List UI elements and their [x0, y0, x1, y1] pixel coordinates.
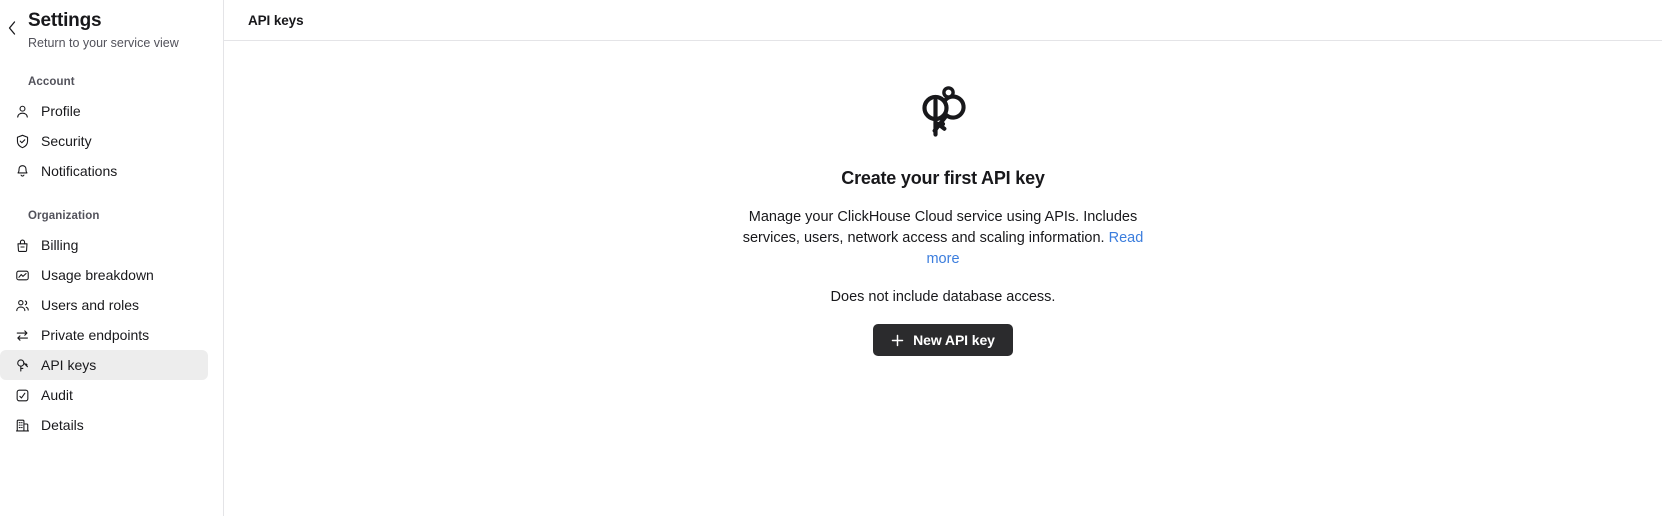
empty-state-description: Manage your ClickHouse Cloud service usi… — [728, 207, 1158, 270]
sidebar-item-usage-breakdown[interactable]: Usage breakdown — [0, 260, 208, 290]
main-content: API keys Create your first API key Manag… — [224, 0, 1662, 516]
sidebar-item-billing[interactable]: Billing — [0, 230, 208, 260]
sidebar-item-security[interactable]: Security — [0, 126, 208, 156]
sidebar-item-audit[interactable]: Audit — [0, 380, 208, 410]
shield-check-icon — [14, 133, 30, 149]
sidebar-header-text: Settings Return to your service view — [24, 9, 179, 52]
sidebar-nav-account: Profile Security Notifications — [0, 96, 223, 186]
plus-icon — [891, 334, 904, 347]
sidebar-item-api-keys[interactable]: API keys — [0, 350, 208, 380]
main-header-title: API keys — [248, 12, 304, 28]
sidebar-item-label: Users and roles — [41, 297, 140, 313]
sidebar-item-label: Usage breakdown — [41, 267, 154, 283]
sidebar-item-details[interactable]: Details — [0, 410, 208, 440]
sidebar-item-label: Security — [41, 133, 92, 149]
sidebar-item-label: Notifications — [41, 163, 118, 179]
sidebar-item-private-endpoints[interactable]: Private endpoints — [0, 320, 208, 350]
empty-state: Create your first API key Manage your Cl… — [224, 41, 1662, 356]
sidebar-item-label: Audit — [41, 387, 73, 403]
bell-icon — [14, 163, 30, 179]
settings-page: Settings Return to your service view Acc… — [0, 0, 1662, 516]
bag-icon — [14, 237, 30, 253]
empty-state-description-text: Manage your ClickHouse Cloud service usi… — [742, 209, 1138, 246]
sidebar-item-notifications[interactable]: Notifications — [0, 156, 208, 186]
key-icon — [14, 357, 30, 373]
check-box-icon — [14, 387, 30, 403]
sidebar: Settings Return to your service view Acc… — [0, 0, 224, 516]
empty-state-title: Create your first API key — [841, 168, 1045, 188]
main-header: API keys — [224, 0, 1662, 41]
sidebar-item-label: Profile — [41, 103, 81, 119]
page-title: Settings — [28, 10, 102, 31]
arrows-exchange-icon — [14, 327, 30, 343]
new-api-key-button-label: New API key — [913, 332, 995, 348]
sidebar-item-label: Details — [41, 417, 84, 433]
sidebar-item-profile[interactable]: Profile — [0, 96, 208, 126]
sidebar-nav-organization: Billing Usage breakdown Users and roles … — [0, 230, 223, 440]
sidebar-group-label-organization: Organization — [28, 210, 100, 222]
building-icon — [14, 417, 30, 433]
sidebar-group-label-account: Account — [28, 76, 75, 88]
users-icon — [14, 297, 30, 313]
user-icon — [14, 103, 30, 119]
return-to-service-link[interactable]: Return to your service view — [28, 34, 179, 52]
empty-state-note: Does not include database access. — [830, 289, 1056, 305]
sidebar-header: Settings Return to your service view — [0, 0, 223, 52]
sidebar-item-label: Private endpoints — [41, 327, 150, 343]
sidebar-item-label: API keys — [41, 357, 97, 373]
new-api-key-button[interactable]: New API key — [873, 324, 1013, 356]
sidebar-item-label: Billing — [41, 237, 79, 253]
chevron-left-icon[interactable] — [0, 9, 24, 35]
two-keys-icon — [910, 84, 976, 144]
chart-box-icon — [14, 267, 30, 283]
sidebar-item-users-and-roles[interactable]: Users and roles — [0, 290, 208, 320]
